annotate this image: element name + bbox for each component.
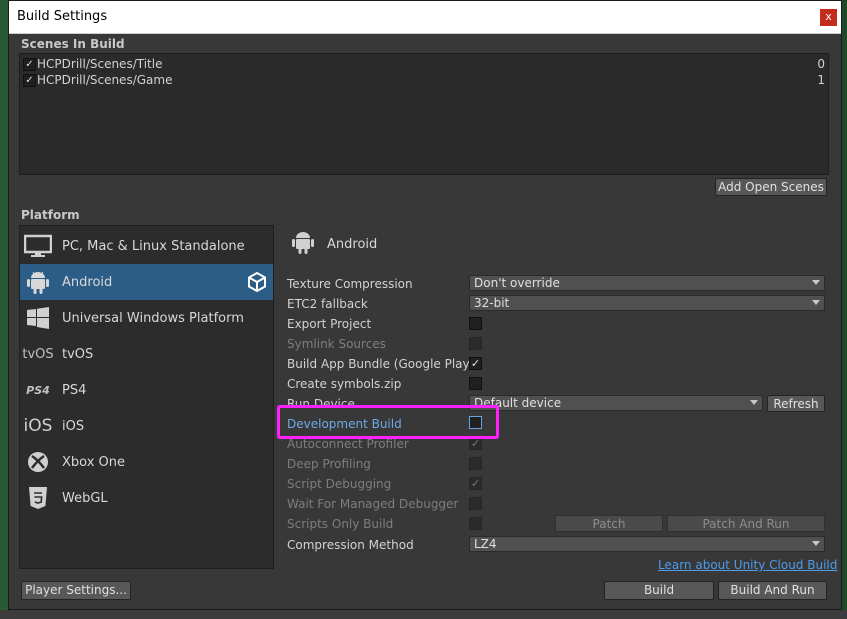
symlink-sources-label: Symlink Sources: [287, 337, 386, 351]
platform-item-webgl[interactable]: WebGL: [20, 480, 273, 516]
script-debugging-checkbox[interactable]: ✓: [469, 477, 482, 490]
deep-profiling-checkbox[interactable]: [469, 457, 482, 470]
build-settings-window: Build Settings x Scenes In Build ✓ HCPDr…: [8, 0, 842, 610]
scripts-only-build-label: Scripts Only Build: [287, 517, 394, 531]
platform-item-ps4[interactable]: PS4 PS4: [20, 372, 273, 408]
background-bottom: [0, 610, 847, 619]
refresh-button[interactable]: Refresh: [767, 395, 825, 412]
etc2-fallback-label: ETC2 fallback: [287, 297, 368, 311]
xbox-icon: [24, 450, 52, 474]
compression-method-dropdown[interactable]: LZ4: [469, 536, 825, 552]
scene-checkbox[interactable]: ✓: [23, 58, 36, 71]
platform-item-xbox[interactable]: Xbox One: [20, 444, 273, 480]
scene-index: 0: [817, 57, 825, 71]
cloud-build-link[interactable]: Learn about Unity Cloud Build: [658, 558, 837, 572]
wait-for-debugger-label: Wait For Managed Debugger: [287, 497, 459, 511]
platform-label: iOS: [62, 419, 85, 434]
scene-index: 1: [817, 73, 825, 87]
chevron-down-icon: [812, 541, 820, 546]
chevron-down-icon: [750, 400, 758, 405]
platform-list: PC, Mac & Linux Standalone Android Unive…: [19, 225, 274, 569]
platform-item-standalone[interactable]: PC, Mac & Linux Standalone: [20, 228, 273, 264]
dropdown-value: 32-bit: [474, 296, 510, 310]
windows-icon: [24, 306, 52, 330]
dropdown-value: LZ4: [474, 537, 497, 551]
scene-name: HCPDrill/Scenes/Game: [37, 73, 173, 87]
platform-label: WebGL: [62, 491, 108, 506]
scene-checkbox[interactable]: ✓: [23, 74, 36, 87]
texture-compression-label: Texture Compression: [287, 277, 413, 291]
create-symbols-checkbox[interactable]: [469, 377, 482, 390]
export-project-label: Export Project: [287, 317, 372, 331]
html5-icon: [24, 486, 52, 510]
patch-and-run-button[interactable]: Patch And Run: [667, 515, 825, 532]
platform-item-tvos[interactable]: tvOS tvOS: [20, 336, 273, 372]
scene-name: HCPDrill/Scenes/Title: [37, 57, 163, 71]
wait-for-debugger-checkbox[interactable]: [469, 497, 482, 510]
highlight-annotation: [277, 405, 499, 439]
ps4-icon: PS4: [26, 383, 50, 397]
scene-row[interactable]: ✓ HCPDrill/Scenes/Game 1: [20, 72, 828, 88]
platform-label: PS4: [62, 383, 87, 398]
platform-label: Xbox One: [62, 455, 126, 470]
deep-profiling-label: Deep Profiling: [287, 457, 371, 471]
android-icon: [291, 229, 315, 258]
ios-icon: iOS: [23, 416, 53, 436]
script-debugging-label: Script Debugging: [287, 477, 392, 491]
platform-section-label: Platform: [21, 208, 80, 222]
player-settings-button[interactable]: Player Settings...: [21, 581, 131, 600]
etc2-fallback-dropdown[interactable]: 32-bit: [469, 295, 825, 311]
add-open-scenes-button[interactable]: Add Open Scenes: [715, 178, 827, 196]
platform-header: Android: [327, 237, 378, 252]
autoconnect-profiler-label: Autoconnect Profiler: [287, 437, 409, 451]
platform-item-ios[interactable]: iOS iOS: [20, 408, 273, 444]
platform-label: Universal Windows Platform: [62, 311, 244, 326]
patch-button[interactable]: Patch: [555, 515, 663, 532]
close-button[interactable]: x: [820, 9, 837, 26]
unity-icon: [247, 271, 267, 295]
platform-label: tvOS: [62, 347, 94, 362]
chevron-down-icon: [812, 300, 820, 305]
monitor-icon: [24, 234, 52, 258]
scenes-list[interactable]: ✓ HCPDrill/Scenes/Title 0 ✓ HCPDrill/Sce…: [19, 53, 829, 175]
symlink-sources-checkbox[interactable]: [469, 337, 482, 350]
platform-item-uwp[interactable]: Universal Windows Platform: [20, 300, 273, 336]
platform-label: Android: [62, 275, 113, 290]
export-project-checkbox[interactable]: [469, 317, 482, 330]
tvos-icon: tvOS: [22, 346, 54, 362]
create-symbols-label: Create symbols.zip: [287, 377, 402, 391]
build-button[interactable]: Build: [604, 581, 714, 600]
platform-settings: Android Texture Compression Don't overri…: [287, 225, 827, 565]
android-icon: [24, 270, 52, 294]
platform-label: PC, Mac & Linux Standalone: [62, 239, 245, 254]
chevron-down-icon: [812, 280, 820, 285]
dropdown-value: Don't override: [474, 276, 560, 290]
texture-compression-dropdown[interactable]: Don't override: [469, 275, 825, 291]
scene-row[interactable]: ✓ HCPDrill/Scenes/Title 0: [20, 56, 828, 72]
scripts-only-build-checkbox[interactable]: [469, 517, 482, 530]
build-app-bundle-checkbox[interactable]: ✓: [469, 357, 482, 370]
compression-method-label: Compression Method: [287, 538, 414, 552]
scenes-section-label: Scenes In Build: [21, 37, 125, 51]
window-title: Build Settings: [17, 9, 108, 24]
title-bar[interactable]: Build Settings x: [9, 1, 841, 34]
build-and-run-button[interactable]: Build And Run: [718, 581, 827, 600]
run-device-dropdown[interactable]: Default device: [469, 395, 763, 411]
build-app-bundle-label: Build App Bundle (Google Play): [287, 357, 475, 371]
platform-item-android[interactable]: Android: [20, 264, 273, 300]
